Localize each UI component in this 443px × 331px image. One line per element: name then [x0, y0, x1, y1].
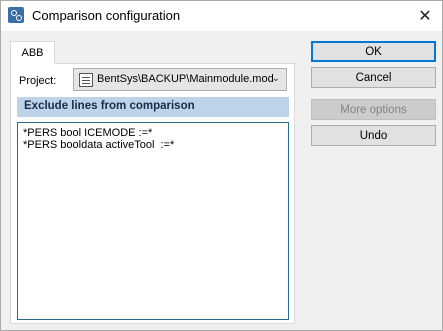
abb-tab-panel: Project: BentSys\BACKUP\Mainmodule.mod ⌄…: [10, 63, 295, 324]
project-select-value: BentSys\BACKUP\Mainmodule.mod: [97, 73, 274, 85]
module-file-icon: [79, 73, 93, 87]
project-label: Project:: [19, 75, 57, 87]
close-icon[interactable]: ✕: [408, 1, 442, 30]
project-select[interactable]: BentSys\BACKUP\Mainmodule.mod ⌄: [73, 68, 287, 91]
window-title: Comparison configuration: [32, 8, 181, 23]
tab-abb[interactable]: ABB: [10, 41, 55, 64]
more-options-button[interactable]: More options: [311, 99, 436, 120]
comparison-configuration-dialog: Comparison configuration ✕ ABB Project: …: [0, 0, 443, 331]
app-icon: [8, 7, 24, 23]
exclude-lines-textarea[interactable]: *PERS bool ICEMODE :=* *PERS booldata ac…: [17, 122, 289, 320]
cancel-button[interactable]: Cancel: [311, 67, 436, 88]
undo-button[interactable]: Undo: [311, 125, 436, 146]
section-header: Exclude lines from comparison: [17, 97, 289, 117]
title-bar[interactable]: Comparison configuration ✕: [1, 1, 442, 31]
chevron-down-icon: ⌄: [271, 73, 280, 84]
ok-button[interactable]: OK: [311, 41, 436, 62]
